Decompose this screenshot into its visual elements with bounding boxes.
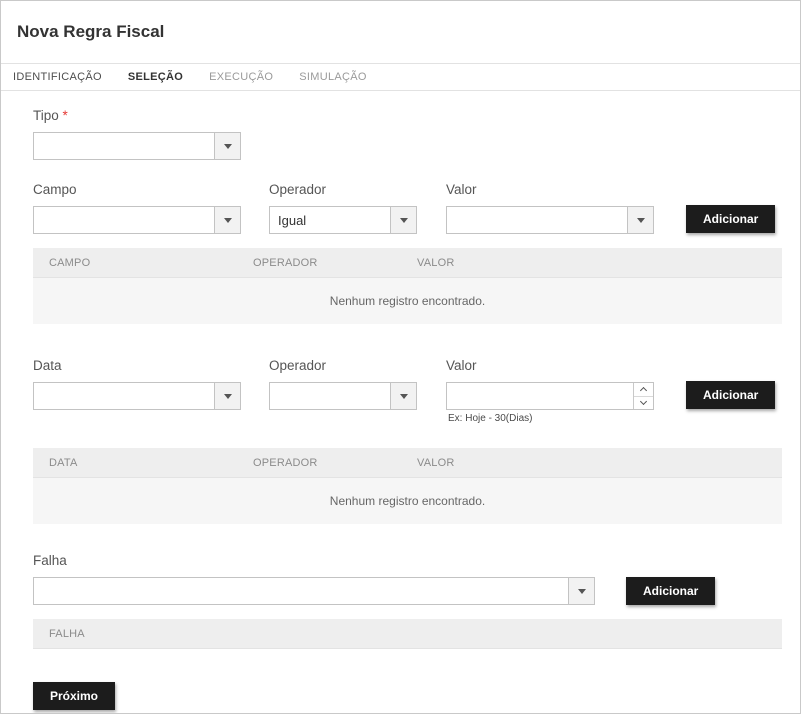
add-falha-button[interactable]: Adicionar bbox=[626, 577, 715, 605]
dropdown-arrow-icon bbox=[224, 144, 232, 149]
tipo-label: Tipo * bbox=[33, 108, 241, 123]
campo-table-header: CAMPO OPERADOR VALOR bbox=[33, 248, 782, 278]
data-label: Data bbox=[33, 358, 241, 373]
tab-selecao[interactable]: SELEÇÃO bbox=[128, 71, 183, 83]
chevron-down-icon[interactable] bbox=[214, 207, 240, 233]
chevron-down-icon[interactable] bbox=[214, 133, 240, 159]
page-title: Nova Regra Fiscal bbox=[17, 22, 164, 42]
chevron-down-icon[interactable] bbox=[390, 383, 416, 409]
dropdown-arrow-icon bbox=[400, 218, 408, 223]
footer: Próximo bbox=[33, 682, 800, 710]
tab-bar: IDENTIFICAÇÃO SELEÇÃO EXECUÇÃO SIMULAÇÃO bbox=[1, 63, 800, 91]
spinner-down-icon[interactable] bbox=[634, 396, 653, 410]
dropdown-arrow-icon bbox=[637, 218, 645, 223]
page-header: Nova Regra Fiscal bbox=[1, 1, 800, 63]
data-operador-select-value bbox=[270, 383, 390, 409]
column-header-falha: FALHA bbox=[33, 628, 253, 640]
campo-table: CAMPO OPERADOR VALOR Nenhum registro enc… bbox=[33, 248, 782, 324]
spinner-up-icon[interactable] bbox=[634, 383, 653, 396]
falha-label: Falha bbox=[33, 553, 800, 568]
spinner-buttons bbox=[633, 383, 653, 409]
column-header-valor: VALOR bbox=[417, 257, 782, 269]
tab-simulacao[interactable]: SIMULAÇÃO bbox=[299, 71, 367, 83]
selecao-tab-content: Tipo * Campo Operador Igual bbox=[1, 91, 800, 649]
dropdown-arrow-icon bbox=[400, 394, 408, 399]
tab-execucao[interactable]: EXECUÇÃO bbox=[209, 71, 273, 83]
tab-identificacao[interactable]: IDENTIFICAÇÃO bbox=[13, 71, 102, 83]
chevron-down-icon[interactable] bbox=[627, 207, 653, 233]
campo-operador-select[interactable]: Igual bbox=[269, 206, 417, 234]
tipo-select[interactable] bbox=[33, 132, 241, 160]
falha-table: FALHA bbox=[33, 619, 782, 649]
required-asterisk: * bbox=[63, 108, 68, 123]
campo-table-empty-row: Nenhum registro encontrado. bbox=[33, 278, 782, 324]
dropdown-arrow-icon bbox=[578, 589, 586, 594]
data-operador-label: Operador bbox=[269, 358, 417, 373]
data-valor-spinner[interactable] bbox=[446, 382, 654, 410]
column-header-operador: OPERADOR bbox=[253, 457, 417, 469]
data-select-value bbox=[34, 383, 214, 409]
campo-operador-select-value: Igual bbox=[270, 207, 390, 233]
campo-valor-select[interactable] bbox=[446, 206, 654, 234]
chevron-down-icon[interactable] bbox=[390, 207, 416, 233]
column-header-operador: OPERADOR bbox=[253, 257, 417, 269]
campo-label: Campo bbox=[33, 182, 241, 197]
data-valor-input[interactable] bbox=[447, 383, 633, 409]
next-button[interactable]: Próximo bbox=[33, 682, 115, 710]
data-valor-label: Valor bbox=[446, 358, 654, 373]
campo-valor-select-value bbox=[447, 207, 627, 233]
chevron-down-icon[interactable] bbox=[568, 578, 594, 604]
dropdown-arrow-icon bbox=[224, 218, 232, 223]
column-header-campo: CAMPO bbox=[33, 257, 253, 269]
chevron-down-icon[interactable] bbox=[214, 383, 240, 409]
column-header-valor: VALOR bbox=[417, 457, 782, 469]
data-select[interactable] bbox=[33, 382, 241, 410]
data-table-empty-row: Nenhum registro encontrado. bbox=[33, 478, 782, 524]
data-valor-hint: Ex: Hoje - 30(Dias) bbox=[446, 413, 654, 424]
falha-select[interactable] bbox=[33, 577, 595, 605]
campo-select[interactable] bbox=[33, 206, 241, 234]
falha-select-value bbox=[34, 578, 568, 604]
add-data-button[interactable]: Adicionar bbox=[686, 381, 775, 409]
dropdown-arrow-icon bbox=[224, 394, 232, 399]
data-operador-select[interactable] bbox=[269, 382, 417, 410]
add-campo-button[interactable]: Adicionar bbox=[686, 205, 775, 233]
tipo-select-value bbox=[34, 133, 214, 159]
campo-valor-label: Valor bbox=[446, 182, 654, 197]
campo-select-value bbox=[34, 207, 214, 233]
falha-table-header: FALHA bbox=[33, 619, 782, 649]
new-fiscal-rule-page: Nova Regra Fiscal IDENTIFICAÇÃO SELEÇÃO … bbox=[0, 0, 801, 714]
data-table-header: DATA OPERADOR VALOR bbox=[33, 448, 782, 478]
column-header-data: DATA bbox=[33, 457, 253, 469]
data-table: DATA OPERADOR VALOR Nenhum registro enco… bbox=[33, 448, 782, 524]
campo-operador-label: Operador bbox=[269, 182, 417, 197]
